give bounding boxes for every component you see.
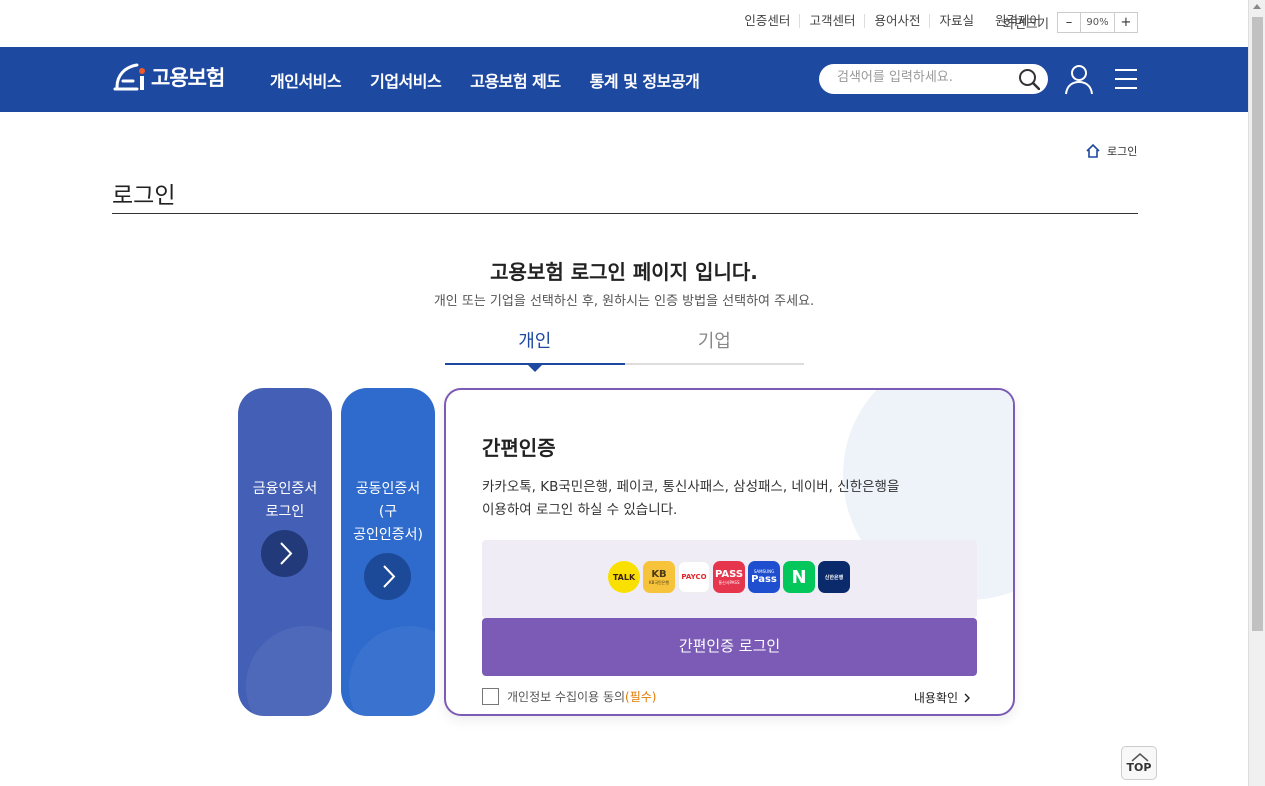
simple-auth-desc-line2: 이용하여 로그인 하실 수 있습니다. <box>482 502 678 518</box>
tab-business[interactable]: 기업 <box>624 330 804 365</box>
utility-bar: 인증센터 고객센터 용어사전 자료실 원격제어 화면크기 – 90% + <box>0 0 1248 46</box>
joint-cert-label-1: 공동인증서 <box>355 481 421 497</box>
kakaotalk-icon: TALK <box>608 561 640 593</box>
simple-auth-card: 간편인증 카카오톡, KB국민은행, 페이코, 통신사패스, 삼성패스, 네이버… <box>444 388 1015 716</box>
login-heading: 고용보험 로그인 페이지 입니다. <box>490 260 758 284</box>
chevron-right-icon <box>364 553 411 600</box>
search-input[interactable] <box>837 70 1017 85</box>
zoom-in-button[interactable]: + <box>1115 13 1137 32</box>
util-link-archive[interactable]: 자료실 <box>929 14 983 28</box>
scroll-up-arrow-icon[interactable] <box>1253 4 1261 9</box>
main-header: 고용보험 개인서비스 기업서비스 고용보험 제도 통계 및 정보공개 <box>0 47 1248 112</box>
privacy-consent-checkbox[interactable] <box>482 688 499 705</box>
scroll-top-button[interactable]: TOP <box>1121 746 1157 780</box>
simple-auth-desc-line1: 카카오톡, KB국민은행, 페이코, 통신사패스, 삼성패스, 네이버, 신한은… <box>482 479 900 495</box>
view-details-link[interactable]: 내용확인 <box>914 689 973 706</box>
util-link-customer-center[interactable]: 고객센터 <box>799 14 864 28</box>
chevron-up-icon <box>1131 753 1149 762</box>
provider-logos-box: TALK KB KB국민은행 PAYCO PASS 통신사PASS SAMSUNG P… <box>482 540 977 618</box>
breadcrumb: 로그인 <box>1085 143 1137 159</box>
breadcrumb-current: 로그인 <box>1107 145 1138 158</box>
search-icon[interactable] <box>1018 68 1040 90</box>
simple-auth-login-button[interactable]: 간편인증 로그인 <box>482 618 977 676</box>
pill-decoration <box>246 626 332 716</box>
zoom-control: 화면크기 – 90% + <box>1003 12 1138 33</box>
required-label: (필수) <box>625 690 657 704</box>
home-icon[interactable] <box>1085 143 1101 159</box>
kb-bank-icon: KB KB국민은행 <box>643 561 675 593</box>
provider-logos: TALK KB KB국민은행 PAYCO PASS 통신사PASS SAMSUNG P… <box>608 561 853 593</box>
joint-cert-login-button[interactable]: 공동인증서 (구 공인인증서) <box>341 388 435 716</box>
samsung-pass-icon: SAMSUNG Pass <box>748 561 780 593</box>
zoom-value: 90% <box>1080 13 1115 32</box>
search-box <box>819 64 1048 94</box>
menu-item-insurance-system[interactable]: 고용보험 제도 <box>470 68 561 92</box>
menu-item-personal[interactable]: 개인서비스 <box>270 68 342 92</box>
pass-icon: PASS 통신사PASS <box>713 561 745 593</box>
simple-auth-title: 간편인증 <box>482 436 556 460</box>
vertical-scrollbar[interactable] <box>1248 0 1265 786</box>
util-link-cert-center[interactable]: 인증센터 <box>735 14 799 28</box>
main-menu: 개인서비스 기업서비스 고용보험 제도 통계 및 정보공개 <box>270 68 728 92</box>
simple-auth-description: 카카오톡, KB국민은행, 페이코, 통신사패스, 삼성패스, 네이버, 신한은… <box>482 476 972 522</box>
financial-cert-label-1: 금융인증서 <box>252 481 318 497</box>
menu-item-business[interactable]: 기업서비스 <box>370 68 442 92</box>
title-divider <box>112 213 1138 214</box>
logo-text: 고용보험 <box>151 66 225 90</box>
site-logo[interactable]: 고용보험 <box>111 57 225 97</box>
financial-cert-label-2: 로그인 <box>265 504 305 520</box>
payco-icon: PAYCO <box>678 561 710 593</box>
privacy-consent: 개인정보 수집이용 동의 (필수) <box>482 688 656 705</box>
joint-cert-label-2: (구 <box>378 504 398 520</box>
login-subheading: 개인 또는 기업을 선택하신 후, 원하시는 인증 방법을 선택하여 주세요. <box>433 294 815 309</box>
top-label: TOP <box>1126 761 1152 774</box>
chevron-right-icon <box>261 530 308 577</box>
naver-icon: N <box>783 561 815 593</box>
tab-personal[interactable]: 개인 <box>445 330 625 372</box>
zoom-out-button[interactable]: – <box>1058 13 1080 32</box>
user-type-tabs: 개인 기업 <box>445 330 804 372</box>
util-link-glossary[interactable]: 용어사전 <box>864 14 929 28</box>
shinhan-bank-icon: 신한은행 <box>818 561 850 593</box>
zoom-label: 화면크기 <box>1002 16 1049 31</box>
financial-cert-login-button[interactable]: 금융인증서 로그인 <box>238 388 332 716</box>
view-details-label: 내용확인 <box>913 691 958 705</box>
menu-item-statistics[interactable]: 통계 및 정보공개 <box>590 68 700 92</box>
user-icon[interactable] <box>1064 63 1094 95</box>
page-title: 로그인 <box>112 183 176 209</box>
chevron-right-icon <box>964 693 970 702</box>
hamburger-menu-icon[interactable] <box>1114 67 1138 91</box>
privacy-consent-label: 개인정보 수집이용 동의 <box>507 690 626 704</box>
scroll-thumb[interactable] <box>1252 17 1263 631</box>
logo-mark-icon <box>113 63 145 91</box>
pill-decoration <box>349 626 435 716</box>
zoom-box: – 90% + <box>1057 12 1138 33</box>
joint-cert-label-3: 공인인증서) <box>353 527 423 543</box>
